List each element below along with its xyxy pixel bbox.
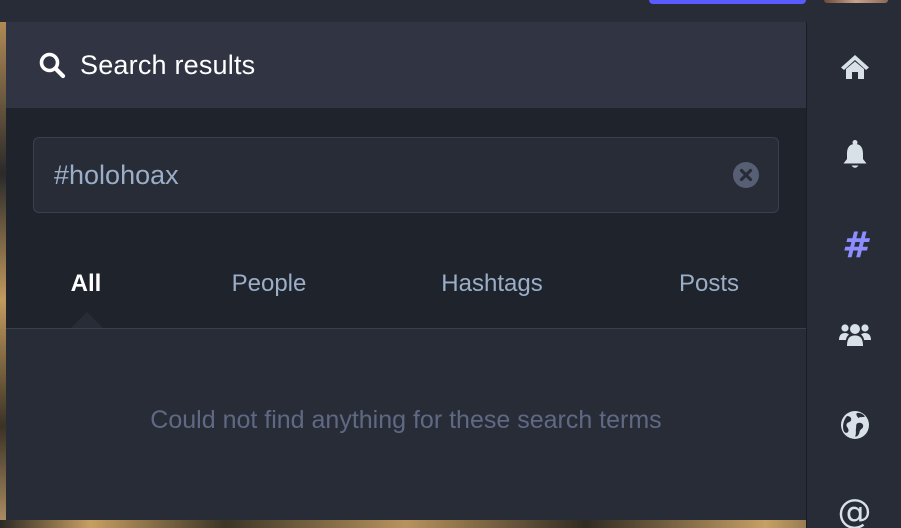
column-title: Search results: [80, 49, 256, 80]
search-box[interactable]: [33, 137, 779, 213]
tab-posts[interactable]: Posts: [679, 270, 739, 298]
search-area: All People Hashtags Posts: [6, 108, 806, 328]
divider: [6, 328, 806, 329]
navigation-sidebar: # @: [806, 22, 901, 528]
active-tab-indicator: [70, 312, 104, 329]
home-icon: [840, 55, 869, 79]
clear-icon: [733, 162, 759, 188]
search-input[interactable]: [54, 159, 732, 191]
search-column: Search results All People Hashtags Posts…: [6, 22, 806, 520]
hashtag-icon: #: [841, 224, 868, 266]
publish-button[interactable]: [649, 0, 806, 4]
nav-home[interactable]: [807, 37, 901, 97]
background-image-edge: [0, 520, 901, 528]
bell-icon: [843, 140, 866, 168]
top-bar: [0, 0, 901, 22]
search-tabs: All People Hashtags Posts: [6, 256, 806, 328]
clear-search-button[interactable]: [732, 161, 760, 189]
tab-people[interactable]: People: [232, 270, 307, 298]
globe-icon: [840, 411, 869, 439]
tab-hashtags[interactable]: Hashtags: [441, 270, 542, 298]
empty-results-message: Could not find anything for these search…: [150, 406, 662, 434]
column-header: Search results: [6, 22, 806, 108]
avatar[interactable]: [824, 0, 888, 3]
search-icon: [39, 52, 66, 79]
users-icon: [838, 324, 871, 346]
nav-federated[interactable]: [807, 395, 901, 455]
tab-all[interactable]: All: [71, 270, 102, 298]
nav-local[interactable]: [807, 305, 901, 365]
at-icon: @: [837, 492, 872, 528]
nav-notifications[interactable]: [807, 125, 901, 185]
nav-explore[interactable]: #: [807, 215, 901, 275]
nav-mentions[interactable]: @: [807, 482, 901, 528]
